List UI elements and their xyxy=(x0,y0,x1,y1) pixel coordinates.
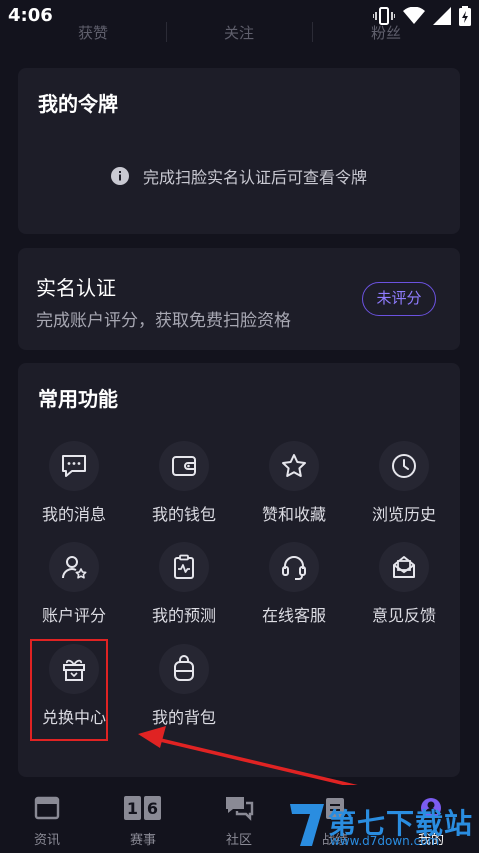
token-message-text: 完成扫脸实名认证后可查看令牌 xyxy=(142,168,367,187)
function-item-account-rating[interactable]: 账户评分 xyxy=(19,542,129,638)
stat-following-label[interactable]: 关注 xyxy=(199,22,279,43)
clock-icon xyxy=(379,441,429,491)
function-label: 我的预测 xyxy=(151,606,216,625)
function-label: 浏览历史 xyxy=(371,505,436,524)
function-label: 在线客服 xyxy=(261,606,326,625)
watermark-logo: 第七下载站 www.d7down.com xyxy=(288,798,478,853)
realname-title: 实名认证 xyxy=(36,276,116,300)
svg-text:6: 6 xyxy=(147,799,158,818)
function-item-history[interactable]: 浏览历史 xyxy=(349,441,459,537)
function-item-messages[interactable]: 我的消息 xyxy=(19,441,129,537)
watermark-url: www.d7down.com xyxy=(330,834,440,848)
function-item-customer-service[interactable]: 在线客服 xyxy=(239,542,349,638)
token-card-title: 我的令牌 xyxy=(38,92,118,116)
star-icon xyxy=(269,441,319,491)
nav-item-community[interactable]: 社区 xyxy=(209,795,269,848)
wallet-icon xyxy=(159,441,209,491)
stat-likes-label[interactable]: 获赞 xyxy=(53,22,133,43)
token-card: 我的令牌 完成扫脸实名认证后可查看令牌 xyxy=(18,68,460,234)
function-item-favorites[interactable]: 赞和收藏 xyxy=(239,441,349,537)
community-icon xyxy=(226,797,254,821)
realname-subtitle: 完成账户评分，获取免费扫脸资格 xyxy=(36,311,291,331)
prediction-icon xyxy=(159,542,209,592)
function-label: 账户评分 xyxy=(41,606,106,625)
profile-stats-row: 获赞 关注 粉丝 xyxy=(0,22,479,46)
stat-divider xyxy=(166,22,167,42)
match-icon: 16 xyxy=(124,796,161,820)
functions-card-title: 常用功能 xyxy=(38,387,118,411)
svg-text:1: 1 xyxy=(127,799,138,818)
watermark-emblem-icon xyxy=(290,804,324,846)
function-label: 赞和收藏 xyxy=(261,505,326,524)
realname-card[interactable]: 实名认证 完成账户评分，获取免费扫脸资格 未评分 xyxy=(18,248,460,350)
info-icon xyxy=(110,167,129,185)
function-label: 意见反馈 xyxy=(371,606,436,625)
function-item-wallet[interactable]: 我的钱包 xyxy=(129,441,239,537)
rating-status-badge[interactable]: 未评分 xyxy=(362,282,436,316)
message-icon xyxy=(49,441,99,491)
nav-item-matches[interactable]: 16 赛事 xyxy=(113,795,173,848)
backpack-icon xyxy=(159,644,209,694)
feedback-icon xyxy=(379,542,429,592)
token-message: 完成扫脸实名认证后可查看令牌 xyxy=(18,164,460,188)
function-item-prediction[interactable]: 我的预测 xyxy=(129,542,239,638)
stat-fans-label[interactable]: 粉丝 xyxy=(346,22,426,43)
stat-divider xyxy=(312,22,313,42)
user-rating-icon xyxy=(49,542,99,592)
nav-label: 赛事 xyxy=(129,833,156,848)
nav-item-news[interactable]: 资讯 xyxy=(17,795,77,848)
function-item-feedback[interactable]: 意见反馈 xyxy=(349,542,459,638)
function-label: 我的钱包 xyxy=(151,505,216,524)
nav-label: 资讯 xyxy=(33,833,60,848)
annotation-highlight-box xyxy=(30,639,108,741)
news-icon xyxy=(34,796,60,820)
function-label: 我的消息 xyxy=(41,505,106,524)
nav-label: 社区 xyxy=(225,833,252,848)
headset-icon xyxy=(269,542,319,592)
